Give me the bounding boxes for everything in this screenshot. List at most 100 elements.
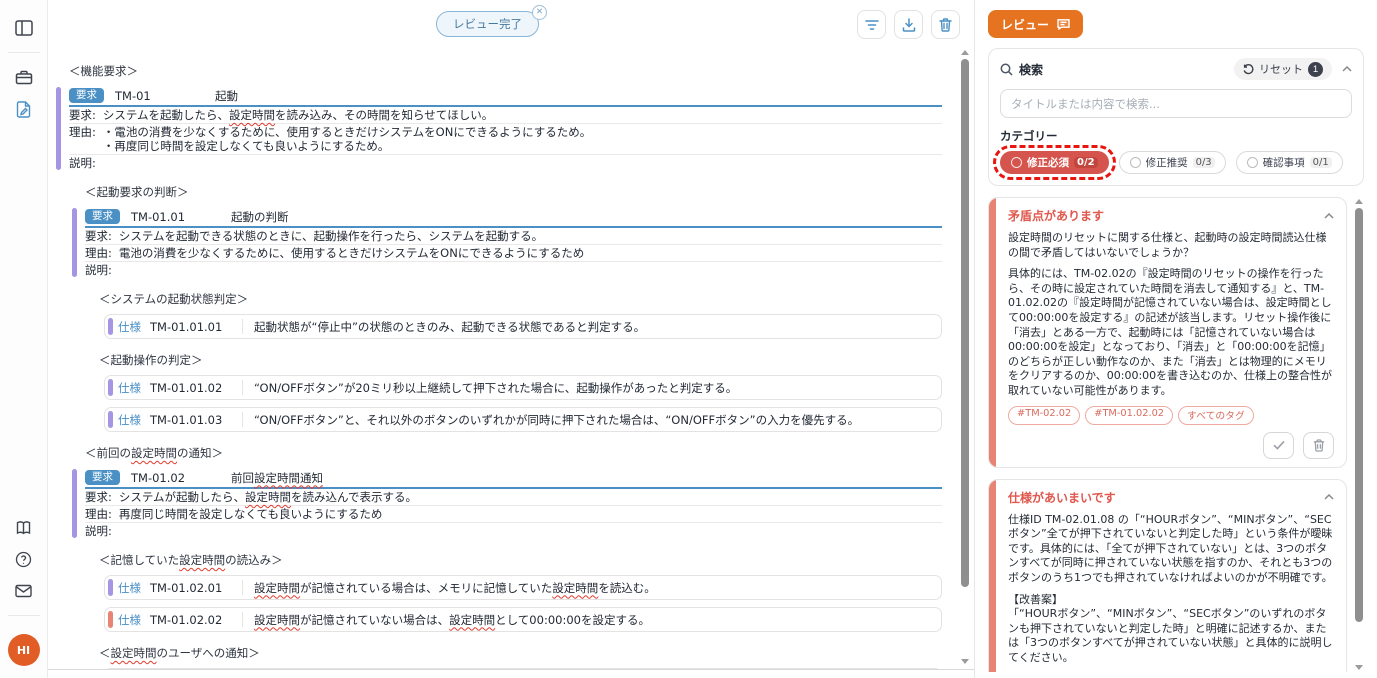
scroll-down-arrow[interactable] — [961, 659, 969, 664]
help-icon[interactable] — [11, 547, 37, 571]
message-icon — [1057, 18, 1070, 30]
requirements-document: ＜機能要求＞ 要求 TM-01 起動 要求: システムを起動したら、設定時間を読… — [48, 46, 974, 670]
reason-line: ・電池の消費を少なくするために、使用するときだけシステムをONにできるようにする… — [103, 125, 591, 139]
review-complete-label: レビュー完了 — [453, 17, 522, 31]
category-label: カテゴリー — [1000, 128, 1352, 144]
text-segment: を読み込んで表示する。 — [291, 490, 417, 504]
scrollbar-thumb[interactable] — [961, 59, 969, 587]
sidebar-divider — [8, 52, 40, 53]
comment-paragraph: 設定時間のリセットに関する仕様と、起動時の設定時間読込仕様の間で矛盾してはいない… — [1008, 231, 1334, 260]
toolbar-buttons — [857, 10, 960, 39]
field-label: 理由: — [69, 125, 96, 153]
category-count: 0/3 — [1193, 157, 1215, 168]
text-segment: の読込み＞ — [225, 553, 283, 567]
text-segment: 前回 — [231, 471, 254, 485]
search-input[interactable] — [1000, 89, 1352, 118]
spec-card-tm-01-02-04[interactable]: 仕様 TM-01.02.04 液晶パネルに設定時間を表示する。 — [104, 668, 942, 670]
section-heading: ＜機能要求＞ — [69, 63, 948, 79]
collapse-chevron-icon[interactable] — [1324, 494, 1334, 500]
field-row: 説明: — [69, 155, 942, 171]
text-segment: ＜記憶していた — [99, 553, 179, 567]
spec-card-tm-01-01-01[interactable]: 仕様 TM-01.01.01 起動状態が“停止中”の状態のときのみ、起動できる状… — [104, 314, 942, 339]
project-box-icon[interactable] — [11, 65, 37, 89]
accent-bar — [72, 208, 77, 277]
section-heading: ＜設定時間のユーザへの通知＞ — [99, 645, 948, 661]
field-value: ・電池の消費を少なくするために、使用するときだけシステムをONにできるようにする… — [103, 125, 591, 153]
review-comment-card-ambiguous[interactable]: 仕様があいまいです 仕様ID TM-02.01.08 の「“HOURボタン”、“… — [988, 479, 1347, 672]
resolve-button[interactable] — [1263, 432, 1294, 459]
spec-divider — [242, 412, 243, 427]
tag-chip[interactable]: すべてのタグ — [1178, 406, 1254, 425]
accent-bar — [108, 379, 113, 396]
reset-button[interactable]: リセット 1 — [1234, 58, 1332, 80]
filter-icon — [865, 19, 879, 31]
collapse-chevron-icon[interactable] — [1324, 213, 1334, 219]
spec-card-tm-01-02-01[interactable]: 仕様 TM-01.02.01 設定時間が記憶されている場合は、メモリに記憶してい… — [104, 575, 942, 600]
spec-card-tm-01-01-02[interactable]: 仕様 TM-01.01.02 “ON/OFFボタン”が20ミリ秒以上継続して押下… — [104, 375, 942, 400]
field-label: 説明: — [85, 263, 112, 277]
spec-card-tm-01-02-02-flagged[interactable]: 仕様 TM-01.02.02 設定時間が記憶されていない場合は、設定時間として0… — [104, 607, 942, 632]
radio-icon — [1011, 157, 1022, 168]
search-filter-card: 検索 リセット 1 カテゴリー 修正必須 0/2 — [988, 48, 1364, 186]
review-button-label: レビュー — [1001, 16, 1049, 33]
requirement-block-tm-01-02[interactable]: 要求 TM-01.02 前回設定時間通知 要求: システムが起動したら、設定時間… — [72, 468, 942, 539]
tag-chip[interactable]: #TM-01.02.02 — [1085, 406, 1173, 425]
comment-title-row: 仕様があいまいです — [1008, 489, 1334, 506]
text-segment: ＜起動要求の判断＞ — [85, 185, 189, 199]
download-button[interactable] — [894, 10, 923, 39]
main-scrollbar[interactable] — [960, 50, 969, 664]
field-row: 理由: 再度同じ時間を設定しなくても良いようにするため — [85, 506, 942, 523]
panel-scrollbar[interactable] — [1354, 199, 1363, 670]
text-segment: “ON/OFFボタン”と、それ以外のボタンのいずれかが同時に押下された場合は、“… — [254, 413, 859, 427]
search-header: 検索 リセット 1 — [1000, 58, 1352, 80]
section-heading: ＜前回の設定時間の通知＞ — [85, 445, 948, 461]
filter-button[interactable] — [857, 10, 886, 39]
main-content: レビュー完了 ✕ ＜機能要求＞ 要求 T — [48, 0, 974, 678]
text-segment: ＜機能要求＞ — [69, 64, 138, 78]
requirement-block-tm-01[interactable]: 要求 TM-01 起動 要求: システムを起動したら、設定時間を読み込み、その時… — [56, 86, 942, 171]
category-chip-must-fix[interactable]: 修正必須 0/2 — [1000, 151, 1109, 174]
collapse-chevron-icon[interactable] — [1342, 66, 1352, 72]
spec-id: TM-01.02.02 — [150, 613, 242, 627]
category-chip-label: 修正推奨 — [1146, 155, 1188, 170]
chip-close-icon[interactable]: ✕ — [532, 5, 547, 20]
accent-bar — [108, 411, 113, 428]
spec-card-tm-01-01-03[interactable]: 仕様 TM-01.01.03 “ON/OFFボタン”と、それ以外のボタンのいずれ… — [104, 407, 942, 432]
scroll-up-arrow[interactable] — [1355, 199, 1363, 204]
text-segment: 起動状態が“停止中”の状態のときのみ、起動できる状態であると判定する。 — [254, 320, 645, 334]
tag-chip[interactable]: #TM-02.02 — [1008, 406, 1080, 425]
scroll-up-arrow[interactable] — [961, 50, 969, 55]
comment-paragraph: 【改善案】 「“HOURボタン”、“MINボタン”、“SECボタン”のいずれのボ… — [1008, 593, 1334, 666]
trash-icon — [1313, 439, 1325, 452]
requirement-block-tm-01-01[interactable]: 要求 TM-01.01 起動の判断 要求: システムを起動できる状態のときに、起… — [72, 207, 942, 278]
delete-button[interactable] — [931, 10, 960, 39]
delete-comment-button[interactable] — [1303, 432, 1334, 459]
accent-bar — [108, 318, 113, 335]
scrollbar-thumb[interactable] — [1355, 208, 1363, 622]
reset-icon — [1243, 64, 1254, 75]
scroll-down-arrow[interactable] — [1355, 665, 1363, 670]
book-icon[interactable] — [11, 515, 37, 539]
document-edit-icon[interactable] — [11, 97, 37, 121]
check-icon — [1273, 440, 1285, 450]
sidebar-toggle-icon[interactable] — [11, 16, 37, 40]
user-avatar[interactable]: HI — [8, 634, 40, 666]
review-button[interactable]: レビュー — [988, 10, 1083, 38]
category-chip-recommended[interactable]: 修正推奨 0/3 — [1119, 151, 1226, 174]
text-segment: ＜起動操作の判定＞ — [99, 353, 203, 367]
text-segment: 起動 — [215, 89, 238, 103]
field-value: システムを起動したら、設定時間を読み込み、その時間を知らせてほしい。 — [103, 108, 493, 122]
review-complete-chip[interactable]: レビュー完了 ✕ — [436, 11, 539, 37]
requirement-title: 起動の判断 — [231, 209, 289, 225]
review-comment-card-contradiction[interactable]: 矛盾点があります 設定時間のリセットに関する仕様と、起動時の設定時間読込仕様の間… — [988, 197, 1347, 468]
spec-divider — [242, 580, 243, 595]
text-segment: として00:00:00を設定する。 — [495, 613, 650, 627]
type-label: 仕様 — [118, 580, 141, 596]
text-segment: を読み込み、その時間を知らせてほしい。 — [275, 108, 493, 122]
section-heading: ＜システムの起動状態判定＞ — [99, 291, 948, 307]
field-label: 説明: — [69, 156, 96, 170]
category-chip-confirm[interactable]: 確認事項 0/1 — [1236, 151, 1343, 174]
field-row: 要求: システムを起動できる状態のときに、起動操作を行ったら、システムを起動する… — [85, 228, 942, 245]
mail-icon[interactable] — [11, 579, 37, 603]
spec-id: TM-01.01.03 — [150, 413, 242, 427]
